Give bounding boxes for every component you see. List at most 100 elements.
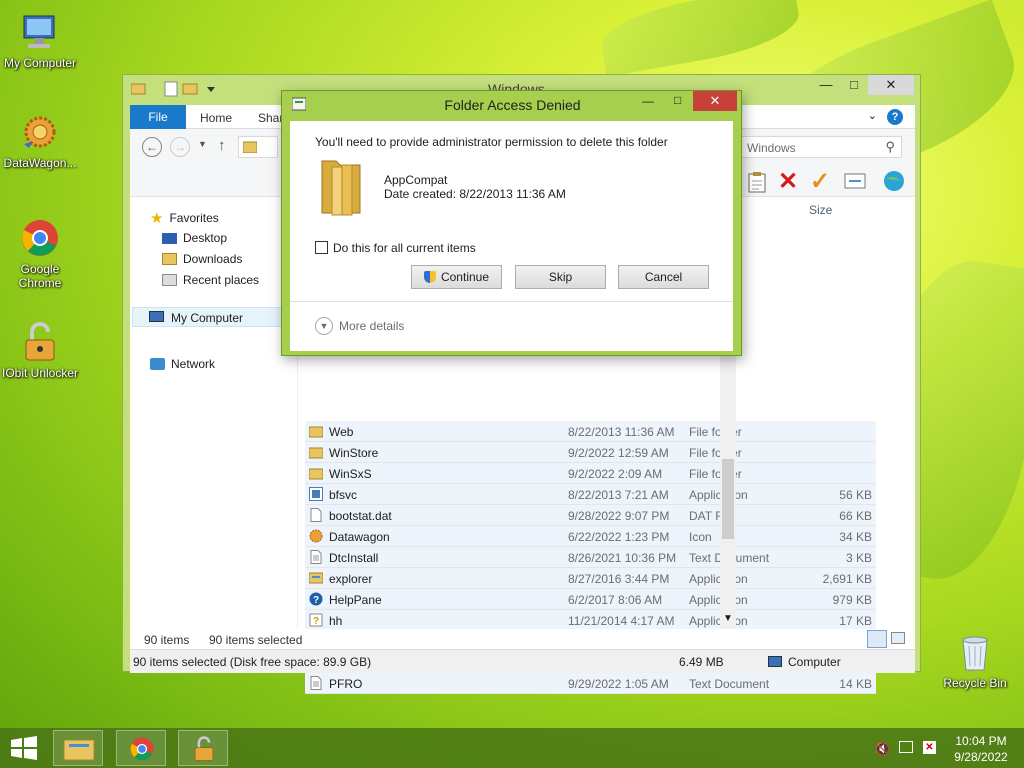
apply-all-label: Do this for all current items: [333, 241, 476, 255]
file-name: WinSxS: [329, 467, 372, 481]
back-button[interactable]: ←: [142, 137, 162, 157]
file-type: Application: [689, 614, 748, 628]
desktop-icon-chrome[interactable]: Google Chrome: [0, 216, 80, 290]
file-row[interactable]: explorer 8/27/2016 3:44 PM Application 2,69…: [305, 568, 876, 589]
datawagon-icon: [309, 529, 323, 543]
skip-button[interactable]: Skip: [515, 265, 606, 289]
nav-label: Network: [171, 357, 216, 371]
large-icons-view-icon[interactable]: [891, 632, 905, 644]
file-row[interactable]: DtcInstall 8/26/2021 10:36 PM Text Documen…: [305, 547, 876, 568]
nav-label: My Computer: [171, 311, 244, 325]
unlocker-icon: [194, 736, 214, 761]
file-size: 34 KB: [839, 530, 872, 544]
selected-count: 90 items selected: [209, 633, 303, 647]
nav-network[interactable]: Network: [150, 357, 215, 371]
delete-icon[interactable]: ✕: [778, 167, 798, 196]
tab-home[interactable]: Home: [200, 111, 232, 125]
file-row[interactable]: WinSxS 9/2/2022 2:09 AM File folder: [305, 463, 876, 484]
network-tray-icon[interactable]: [899, 741, 913, 753]
computer-icon: [768, 656, 782, 667]
search-input[interactable]: Windows ⚲: [740, 136, 902, 158]
network-icon: [150, 358, 165, 370]
continue-button[interactable]: Continue: [411, 265, 502, 289]
file-type: Application: [689, 488, 748, 502]
up-button[interactable]: ↑: [218, 137, 226, 154]
nav-label: Favorites: [169, 211, 219, 225]
checkmark-icon[interactable]: ✓: [810, 167, 830, 196]
file-row[interactable]: ? HelpPane 6/2/2017 8:06 AM Application 979 …: [305, 589, 876, 610]
help-icon[interactable]: ?: [887, 109, 903, 125]
help-file-icon: ?: [309, 613, 323, 627]
desktop-icon-my-computer[interactable]: My Computer: [0, 10, 80, 70]
globe-icon[interactable]: [882, 169, 906, 193]
folder-icon: [308, 466, 324, 480]
action-center-icon[interactable]: ✕: [923, 741, 936, 754]
clipboard-icon[interactable]: [746, 171, 768, 193]
dialog-body: You'll need to provide administrator per…: [290, 121, 733, 351]
file-date: 8/22/2013 7:21 AM: [568, 488, 669, 502]
ribbon-collapse-icon[interactable]: ⌄: [868, 109, 877, 122]
file-row[interactable]: ? hh 11/21/2014 4:17 AM Application 17 KB: [305, 610, 876, 631]
file-row[interactable]: WinStore 9/2/2022 12:59 AM File folder: [305, 442, 876, 463]
folder-icon: [321, 160, 361, 216]
close-button[interactable]: ✕: [868, 75, 914, 95]
chevron-down-icon: ▼: [315, 317, 333, 335]
dialog-minimize-button[interactable]: —: [642, 94, 654, 108]
nav-downloads[interactable]: Downloads: [162, 252, 242, 266]
tab-file[interactable]: File: [130, 105, 186, 129]
properties-icon[interactable]: [844, 173, 866, 189]
tab-share[interactable]: Shar: [258, 111, 283, 125]
file-size: 66 KB: [839, 509, 872, 523]
start-button[interactable]: [10, 736, 38, 760]
file-name: Datawagon: [329, 530, 390, 544]
minimize-button[interactable]: —: [812, 75, 840, 95]
desktop-icon-label: DataWagon...: [3, 156, 77, 170]
file-type: Icon: [689, 530, 712, 544]
file-date: 8/22/2013 11:36 AM: [568, 425, 675, 439]
status-bar: 90 items selected (Disk free space: 89.9…: [130, 649, 915, 673]
desktop-icon-label: Google Chrome: [18, 262, 62, 290]
file-row[interactable]: PFRO 9/29/2022 1:05 AM Text Document 14 KB: [305, 673, 876, 694]
recycle-bin-icon: [953, 630, 997, 674]
file-row[interactable]: Web 8/22/2013 11:36 AM File folder: [305, 421, 876, 442]
desktop-icon-datawagon[interactable]: DataWagon...: [0, 110, 80, 170]
desktop-icon-label: IObit Unlocker: [1, 366, 79, 380]
explorer-icon: [308, 571, 324, 585]
status-location: Computer: [788, 655, 841, 669]
forward-button[interactable]: →: [170, 137, 190, 157]
taskbar-unlocker[interactable]: [178, 730, 228, 766]
downloads-icon: [162, 253, 177, 265]
clock[interactable]: 10:04 PM 9/28/2022: [948, 733, 1014, 765]
file-row[interactable]: bfsvc 8/22/2013 7:21 AM Application 56 KB: [305, 484, 876, 505]
quick-access-toolbar-icon[interactable]: [131, 81, 221, 97]
details-view-icon[interactable]: [867, 630, 887, 648]
star-icon: ★: [150, 210, 164, 227]
nav-desktop[interactable]: Desktop: [162, 231, 227, 245]
items-status: 90 items 90 items selected: [130, 629, 915, 649]
nav-my-computer[interactable]: My Computer: [132, 307, 292, 327]
maximize-button[interactable]: □: [840, 75, 868, 95]
more-details-toggle[interactable]: ▼ More details: [315, 317, 404, 335]
scroll-down-icon[interactable]: ▼: [723, 613, 733, 624]
taskbar-file-explorer[interactable]: [53, 730, 103, 766]
search-icon: ⚲: [885, 139, 895, 154]
scrollbar-thumb[interactable]: [722, 459, 734, 539]
file-name: explorer: [329, 572, 373, 586]
file-row[interactable]: bootstat.dat 9/28/2022 9:07 PM DAT File 66 …: [305, 505, 876, 526]
apply-all-checkbox[interactable]: [315, 241, 328, 254]
recent-locations-icon[interactable]: ▼: [198, 139, 207, 149]
nav-recent-places[interactable]: Recent places: [162, 273, 259, 287]
nav-favorites[interactable]: ★ Favorites: [150, 209, 219, 227]
nav-label: Desktop: [183, 231, 228, 245]
file-row[interactable]: Datawagon 6/22/2022 1:23 PM Icon 34 KB: [305, 526, 876, 547]
dialog-maximize-button[interactable]: □: [674, 93, 681, 107]
taskbar-chrome[interactable]: [116, 730, 166, 766]
volume-muted-icon[interactable]: 🔇: [875, 742, 890, 756]
dialog-close-button[interactable]: ✕: [693, 91, 737, 111]
file-date: 6/22/2022 1:23 PM: [568, 530, 670, 544]
desktop-icon-recycle-bin[interactable]: Recycle Bin: [935, 630, 1015, 690]
cancel-button[interactable]: Cancel: [618, 265, 709, 289]
column-header-size[interactable]: Size: [809, 203, 832, 217]
address-bar[interactable]: [238, 136, 278, 158]
desktop-icon-iobit-unlocker[interactable]: IObit Unlocker: [0, 320, 80, 380]
